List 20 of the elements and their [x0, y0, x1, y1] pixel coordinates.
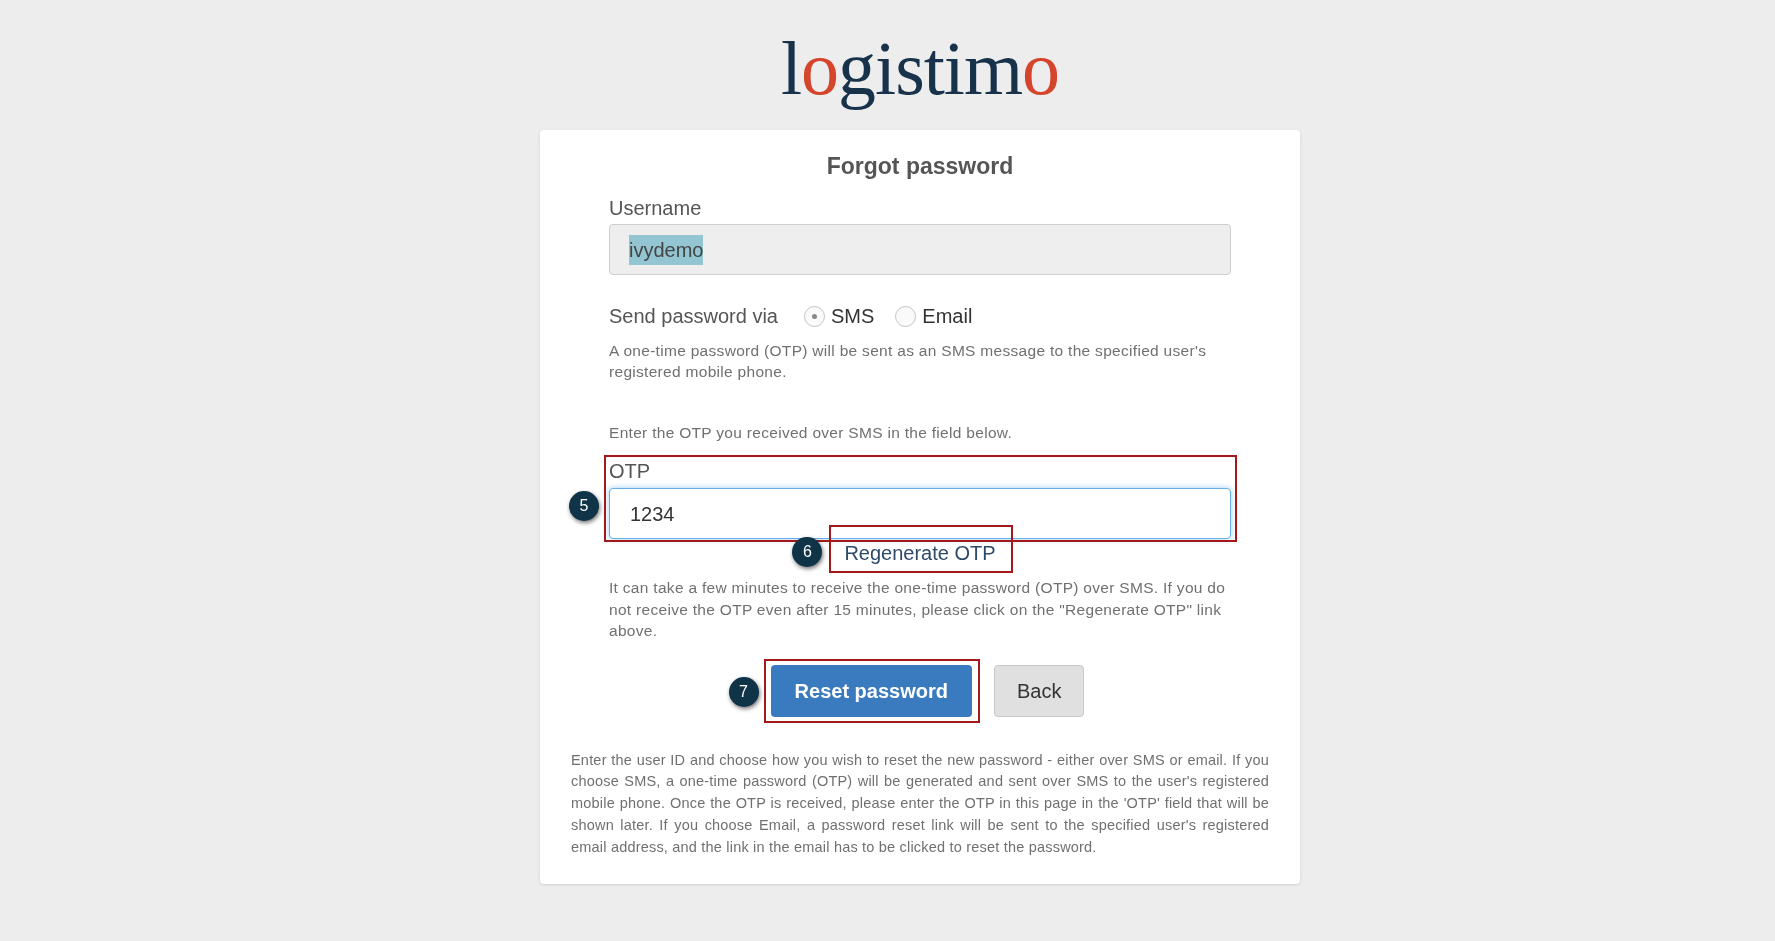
field-label: Send password via — [609, 304, 778, 329]
radio-button[interactable] — [804, 305, 825, 327]
field-label: OTP — [609, 459, 652, 483]
regenerate-otp-link[interactable]: Regenerate OTP — [844, 542, 996, 564]
help-text: Enter the user ID and choose how you wish to reset the new password - either over SMS or email. If you choose SMS, a one-time password (OTP) will be generated and sent over SMS to the user's registered mobile phone. Once the OTP is received, please enter the OTP in this page in the 'OTP' field that will be shown later. If you choose Email, a password reset link will be sent to the specified user's registered email address, and the link in the email has to be clicked to reset the password. — [571, 750, 1269, 857]
radio-label: SMS — [831, 304, 875, 329]
otp-field[interactable]: 1234 — [609, 488, 1231, 539]
back-button[interactable]: Back — [993, 664, 1085, 717]
radio-label: Email — [922, 304, 973, 329]
username-field[interactable]: ivydemo — [609, 224, 1231, 275]
callout-number: 7 — [728, 676, 759, 707]
radio-button[interactable] — [895, 305, 917, 327]
field-label: Username — [609, 196, 703, 220]
help-text: It can take a few minutes to receive the one-time password (OTP) over SMS. If you do not receive the OTP even after 15 minutes, please click on the "Regenerate OTP" link above. — [609, 578, 1227, 641]
card-title: Forgot password — [825, 152, 1015, 180]
callout-number: 5 — [569, 491, 599, 521]
callout-number: 6 — [792, 537, 823, 567]
help-text: Enter the OTP you received over SMS in the field below. — [609, 423, 1014, 443]
reset-password-button[interactable]: Reset password — [770, 664, 972, 717]
help-text: A one-time password (OTP) will be sent as an SMS message to the specified user's registered mobile phone. — [609, 341, 1208, 382]
